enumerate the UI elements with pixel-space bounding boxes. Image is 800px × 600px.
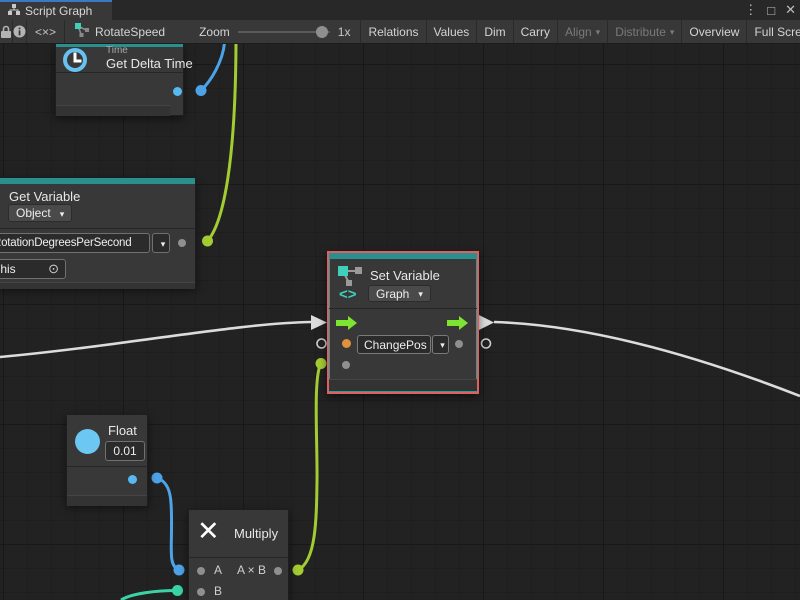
node-category: Time xyxy=(106,45,128,56)
flow-input-port[interactable] xyxy=(335,315,359,331)
node-header-strip xyxy=(329,253,477,259)
target-object-value: This xyxy=(0,262,16,276)
toolbar-button-dim[interactable]: Dim xyxy=(477,20,513,43)
set-variable-icon: <> xyxy=(337,265,365,306)
maximize-icon[interactable]: □ xyxy=(767,3,775,18)
toolbar-button-align[interactable]: Align ▾ xyxy=(558,20,608,43)
menu-icon[interactable]: ⋮ xyxy=(744,2,757,18)
chevron-down-icon: ▾ xyxy=(418,289,423,300)
variable-name-field[interactable]: RotationDegreesPerSecond xyxy=(0,233,150,253)
input-port-b[interactable] xyxy=(197,588,205,596)
port-label-a: A xyxy=(214,563,222,577)
node-footer xyxy=(56,105,170,116)
variable-name-dropdown-button[interactable]: ▾ xyxy=(432,335,449,354)
zoom-slider[interactable] xyxy=(238,31,330,33)
node-float[interactable]: Float 0.01 xyxy=(66,414,148,505)
variable-name-value: ChangePos xyxy=(364,338,427,352)
lock-icon xyxy=(0,25,12,38)
chevron-down-icon: ▾ xyxy=(161,239,166,250)
toolbar-button-overview[interactable]: Overview xyxy=(682,20,747,43)
variable-kind-label: Object xyxy=(16,206,51,220)
object-picker-icon[interactable]: ⊙ xyxy=(48,261,59,277)
variable-kind-dropdown[interactable]: Object ▾ xyxy=(8,204,72,222)
output-port-value[interactable] xyxy=(455,340,463,348)
output-port-float[interactable] xyxy=(128,475,137,484)
input-port-a[interactable] xyxy=(197,567,205,575)
info-icon xyxy=(13,25,26,38)
chevron-down-icon: ▾ xyxy=(60,209,65,220)
node-footer xyxy=(0,282,195,289)
node-multiply[interactable]: ✕ Multiply A A × B B xyxy=(188,509,289,600)
target-object-field[interactable]: This ⊙ xyxy=(0,259,66,279)
zoom-slider-knob[interactable] xyxy=(316,26,328,38)
script-graph-window: Time Get Delta Time Get Variable Object … xyxy=(0,0,800,600)
title-bar: Script Graph ⋮ □ ✕ xyxy=(0,0,800,20)
node-get-variable[interactable]: Get Variable Object ▾ RotationDegreesPer… xyxy=(0,177,196,288)
float-value: 0.01 xyxy=(113,444,136,458)
node-header-strip xyxy=(0,178,195,184)
variable-name-value: RotationDegreesPerSecond xyxy=(0,237,131,249)
svg-text:<>: <> xyxy=(339,286,357,301)
graph-breadcrumb[interactable]: RotateSpeed xyxy=(65,20,175,43)
graph-toolbar: <×> RotateSpeed Zoom 1x Relations Values… xyxy=(0,20,800,44)
info-button[interactable] xyxy=(13,20,27,43)
variable-name-dropdown-button[interactable]: ▾ xyxy=(152,233,170,253)
graph-node-icon xyxy=(75,23,89,40)
port-label-b: B xyxy=(214,584,222,598)
port-label-result: A × B xyxy=(237,563,266,577)
node-title: Get Variable xyxy=(9,189,80,204)
code-preview-button[interactable]: <×> xyxy=(27,20,65,43)
toolbar-button-fullscreen[interactable]: Full Screen xyxy=(747,20,800,43)
zoom-label: Zoom xyxy=(199,25,230,39)
node-title: Float xyxy=(108,423,137,438)
zoom-control: Zoom 1x xyxy=(175,20,361,43)
variable-name-dropdown[interactable]: ChangePos xyxy=(357,335,431,354)
clock-icon xyxy=(61,47,89,78)
node-title: Get Delta Time xyxy=(106,56,193,71)
variable-kind-dropdown[interactable]: Graph ▾ xyxy=(368,285,431,302)
chevron-down-icon: ▾ xyxy=(670,27,675,38)
chevron-down-icon: ▾ xyxy=(596,27,601,38)
input-port-secondary[interactable] xyxy=(342,361,350,369)
lock-button[interactable] xyxy=(0,20,13,43)
chevron-down-icon: ▾ xyxy=(440,340,445,351)
code-preview-label: <×> xyxy=(35,25,56,39)
variable-kind-label: Graph xyxy=(376,287,409,301)
output-port-variable-value[interactable] xyxy=(178,239,186,247)
node-get-delta-time[interactable]: Time Get Delta Time xyxy=(55,43,184,116)
node-footer xyxy=(67,495,147,506)
float-value-field[interactable]: 0.01 xyxy=(105,441,145,461)
input-port-value[interactable] xyxy=(342,339,351,348)
output-port-delta-time[interactable] xyxy=(173,87,182,96)
flow-output-port[interactable] xyxy=(446,315,470,331)
toolbar-button-relations[interactable]: Relations xyxy=(361,20,426,43)
node-title: Set Variable xyxy=(370,268,440,283)
node-footer xyxy=(329,379,477,391)
multiply-icon: ✕ xyxy=(197,516,220,547)
node-set-variable[interactable]: <> Set Variable Graph ▾ ChangePos ▾ xyxy=(327,251,479,394)
zoom-value: 1x xyxy=(338,25,351,39)
toolbar-button-carry[interactable]: Carry xyxy=(514,20,558,43)
tab-label: Script Graph xyxy=(25,4,92,18)
output-port-result[interactable] xyxy=(274,567,282,575)
toolbar-button-values[interactable]: Values xyxy=(427,20,478,43)
node-title: Multiply xyxy=(234,526,278,541)
close-icon[interactable]: ✕ xyxy=(785,2,796,18)
float-icon xyxy=(75,429,100,454)
graph-name-label: RotateSpeed xyxy=(95,25,165,39)
toolbar-button-distribute[interactable]: Distribute ▾ xyxy=(608,20,682,43)
graph-tab-icon xyxy=(8,4,20,18)
tab-script-graph[interactable]: Script Graph xyxy=(0,0,112,20)
